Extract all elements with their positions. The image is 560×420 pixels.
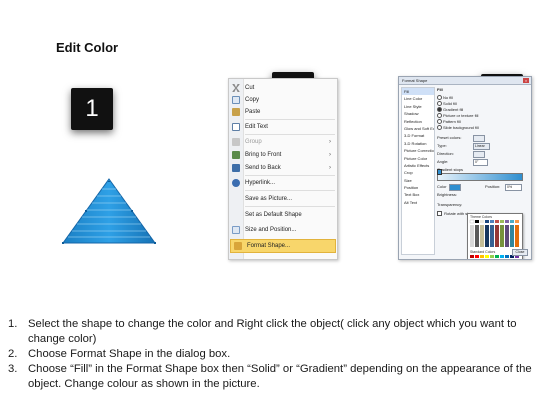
angle-label: Angle: — [437, 159, 449, 164]
color-label: Color — [437, 184, 447, 189]
nav-item-shadow[interactable]: Shadow — [402, 110, 434, 117]
radio-icon — [437, 95, 442, 101]
menu-item-paste[interactable]: Paste — [229, 106, 337, 118]
nav-item-picture-color[interactable]: Picture Color — [402, 155, 434, 162]
gradient-stop-handle[interactable] — [437, 169, 442, 175]
dialog-title: Format Shape — [402, 78, 428, 83]
brightness-label: Brightness: — [437, 192, 458, 197]
bring-to-front-icon — [232, 151, 240, 159]
page-title: Edit Color — [56, 40, 119, 55]
nav-item-crop[interactable]: Crop — [402, 169, 434, 176]
position-label: Position: — [485, 184, 501, 189]
position-input[interactable]: 0% — [505, 184, 522, 191]
instruction-item: 2. Choose Format Shape in the dialog box… — [8, 348, 231, 360]
direction-label: Direction: — [437, 151, 454, 156]
nav-item-size[interactable]: Size — [402, 177, 434, 184]
menu-separator — [245, 119, 335, 120]
close-button[interactable]: Close — [512, 249, 528, 256]
nav-item-fill[interactable]: Fill — [402, 88, 434, 96]
instruction-item: 3. Choose “Fill” in the Format Shape box… — [8, 363, 532, 390]
menu-item-group[interactable]: Group › — [229, 136, 337, 148]
transparency-label: Transparency: — [437, 202, 463, 207]
edit-text-icon — [232, 123, 240, 131]
scissors-icon — [232, 84, 240, 92]
radio-icon — [437, 113, 442, 119]
nav-item-alt-text[interactable]: Alt Text — [402, 199, 434, 206]
nav-item-line-style[interactable]: Line Style — [402, 103, 434, 110]
menu-item-format-shape[interactable]: Format Shape... — [230, 239, 336, 253]
menu-item-cut[interactable]: Cut — [229, 82, 337, 94]
option-slide-background-fill[interactable]: Slide background fill — [437, 125, 479, 131]
menu-item-bring-to-front[interactable]: Bring to Front › — [229, 149, 337, 161]
menu-item-send-to-back[interactable]: Send to Back › — [229, 162, 337, 174]
menu-item-hyperlink[interactable]: Hyperlink... — [229, 177, 337, 189]
menu-item-edit-text[interactable]: Edit Text — [229, 121, 337, 133]
menu-separator — [245, 190, 335, 191]
radio-icon — [437, 125, 442, 131]
copy-icon — [232, 96, 240, 104]
nav-item-glow[interactable]: Glow and Soft Edges — [402, 125, 434, 132]
nav-item-picture-corrections[interactable]: Picture Corrections — [402, 147, 434, 154]
submenu-arrow-icon: › — [329, 152, 331, 158]
menu-separator — [245, 134, 335, 135]
direction-dropdown[interactable] — [473, 151, 485, 158]
format-shape-icon — [234, 242, 242, 250]
fill-heading: Fill — [437, 87, 443, 92]
menu-separator — [245, 175, 335, 176]
group-icon — [232, 138, 240, 146]
send-to-back-icon — [232, 164, 240, 172]
radio-icon — [437, 101, 442, 107]
format-shape-dialog: Format Shape × Fill Line Color Line Styl… — [398, 76, 532, 260]
menu-item-set-default-shape[interactable]: Set as Default Shape — [229, 209, 337, 221]
menu-item-copy[interactable]: Copy — [229, 94, 337, 106]
submenu-arrow-icon: › — [329, 139, 331, 145]
pyramid-shape[interactable] — [62, 178, 156, 244]
dialog-titlebar: Format Shape × — [399, 77, 531, 85]
hyperlink-icon — [232, 179, 240, 187]
context-menu: Cut Copy Paste Edit Text Group › Bring t… — [228, 78, 338, 260]
menu-separator — [245, 206, 335, 207]
close-icon[interactable]: × — [523, 78, 529, 83]
menu-item-size-and-position[interactable]: Size and Position... — [229, 224, 337, 236]
preset-colors-label: Preset colors: — [437, 135, 462, 140]
checkbox-icon — [437, 211, 442, 217]
instruction-item: 1. Select the shape to change the color … — [8, 318, 517, 345]
nav-item-reflection[interactable]: Reflection — [402, 118, 434, 125]
nav-item-3d-format[interactable]: 3-D Format — [402, 132, 434, 139]
save-picture-icon — [232, 195, 240, 203]
nav-item-line-color[interactable]: Line Color — [402, 95, 434, 102]
angle-input[interactable]: 0° — [473, 159, 488, 166]
gradient-stops-bar[interactable] — [437, 173, 523, 181]
nav-item-artistic-effects[interactable]: Artistic Effects — [402, 162, 434, 169]
dialog-nav: Fill Line Color Line Style Shadow Reflec… — [401, 87, 435, 255]
nav-item-text-box[interactable]: Text Box — [402, 191, 434, 198]
instructions-list: 1. Select the shape to change the color … — [8, 317, 556, 392]
nav-item-3d-rotation[interactable]: 3-D Rotation — [402, 140, 434, 147]
radio-icon — [437, 119, 442, 125]
menu-item-save-as-picture[interactable]: Save as Picture... — [229, 193, 337, 205]
type-label: Type: — [437, 143, 447, 148]
standard-colors-title: Standard Colors — [470, 250, 496, 254]
submenu-arrow-icon: › — [329, 165, 331, 171]
type-dropdown[interactable]: Linear — [473, 143, 490, 150]
default-shape-icon — [232, 211, 240, 219]
color-picker-button[interactable] — [449, 184, 461, 191]
paste-icon — [232, 108, 240, 116]
size-position-icon — [232, 226, 240, 234]
radio-selected-icon — [437, 107, 442, 113]
step-1-badge: 1 — [71, 88, 113, 130]
nav-item-position[interactable]: Position — [402, 184, 434, 191]
theme-swatches — [469, 219, 519, 224]
preset-colors-dropdown[interactable] — [473, 135, 485, 142]
